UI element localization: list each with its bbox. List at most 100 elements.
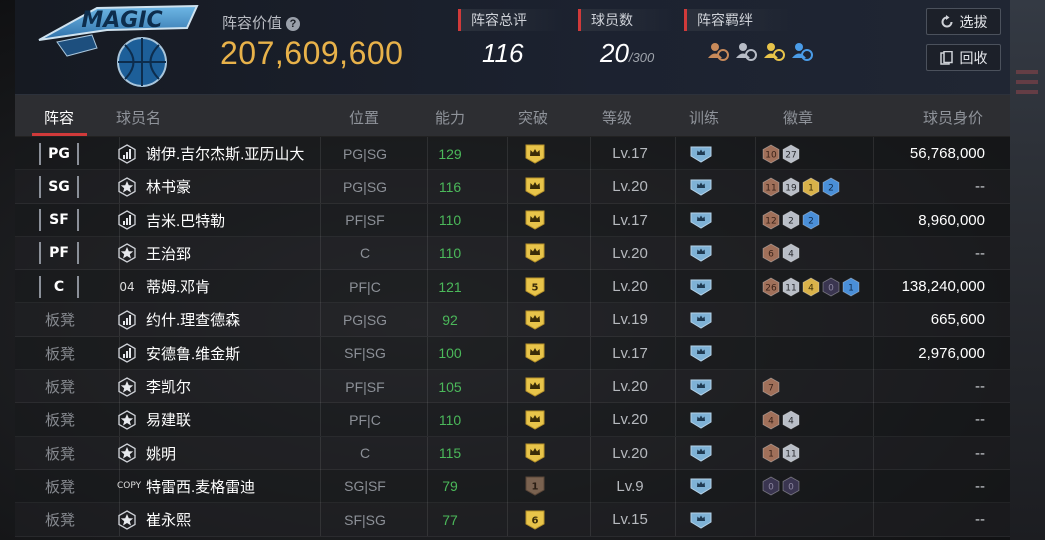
training-cell[interactable] — [671, 270, 731, 303]
table-row[interactable]: C 04 蒂姆.邓肯 PF|C 121 5 Lv.20 26 11 4 0 1 138,240,000 — [15, 270, 1010, 304]
training-cell[interactable] — [671, 303, 731, 336]
col-level[interactable]: 等级 — [602, 107, 632, 128]
col-training[interactable]: 训练 — [689, 107, 719, 128]
player-name-cell[interactable]: 约什.理查德森 — [117, 303, 240, 336]
training-cell[interactable] — [671, 204, 731, 237]
badge-silver-icon: 2 — [782, 210, 800, 230]
badge-gold-icon: 4 — [802, 277, 820, 297]
col-ability[interactable]: 能力 — [435, 107, 465, 128]
recycle-button[interactable]: 回收 — [926, 44, 1001, 71]
training-cell[interactable] — [671, 170, 731, 203]
badges-cell[interactable]: 10 27 — [762, 137, 800, 170]
player-ability: 110 — [438, 411, 462, 428]
badges-cell[interactable]: 7 — [762, 370, 780, 403]
training-cell[interactable] — [671, 403, 731, 436]
breakthrough-cell[interactable] — [505, 170, 565, 203]
recycle-icon — [939, 50, 953, 65]
card-tier-star-icon — [118, 510, 136, 530]
breakthrough-cell[interactable] — [505, 437, 565, 470]
player-ability: 79 — [442, 478, 458, 495]
player-ability: 121 — [438, 278, 462, 295]
column-separator — [755, 336, 756, 370]
badges-cell[interactable]: 64 — [762, 237, 800, 270]
badge-count: 10 — [765, 150, 777, 160]
breakthrough-cell[interactable]: 1 — [505, 470, 565, 503]
breakthrough-cell[interactable] — [505, 403, 565, 436]
breakthrough-cell[interactable]: 6 — [505, 503, 565, 536]
table-row[interactable]: SG 林书豪 PG|SG 116 Lv.20 11 19 1 2 -- — [15, 170, 1010, 204]
draft-button[interactable]: 选拔 — [926, 8, 1001, 35]
player-name-cell[interactable]: 安德鲁.维金斯 — [117, 337, 240, 370]
breakthrough-cell[interactable] — [505, 370, 565, 403]
bond-icon-silver[interactable] — [735, 40, 759, 64]
col-position[interactable]: 位置 — [349, 107, 379, 128]
stat-overall-value: 116 — [482, 38, 524, 68]
badges-cell[interactable]: 11 19 1 2 — [762, 170, 840, 203]
table-row[interactable]: PF 王治郅 C 110 Lv.20 6 4 -- — [15, 236, 1010, 271]
training-cell[interactable] — [671, 470, 731, 503]
training-shield-icon — [690, 379, 712, 396]
col-name[interactable]: 球员名 — [116, 107, 161, 128]
player-salary: -- — [975, 477, 985, 495]
badges-cell[interactable]: 00 — [762, 470, 800, 503]
training-cell[interactable] — [671, 370, 731, 403]
table-row[interactable]: PG 谢伊.吉尔杰斯.亚历山大 PG|SG 129 Lv.17 10 27 56,768,00… — [15, 137, 1010, 171]
table-row[interactable]: 板凳 易建联 PF|C 110 Lv.20 4 4 -- — [15, 403, 1010, 437]
player-name-cell[interactable]: 林书豪 — [117, 170, 191, 203]
table-row[interactable]: 板凳 COPY 特雷西.麦格雷迪 SG|SF 79 1 Lv.9 0 0 -- — [15, 469, 1010, 504]
player-name-cell[interactable]: 易建联 — [117, 403, 191, 436]
breakthrough-cell[interactable] — [505, 337, 565, 370]
training-cell[interactable] — [671, 137, 731, 170]
col-salary[interactable]: 球员身价 — [923, 107, 983, 128]
training-cell[interactable] — [671, 503, 731, 536]
table-row[interactable]: 板凳 安德鲁.维金斯 SF|SG 100 Lv.17 2,976,000 — [15, 336, 1010, 371]
badges-cell[interactable]: 44 — [762, 403, 800, 436]
breakthrough-cell[interactable] — [505, 303, 565, 336]
player-name-cell[interactable]: 姚明 — [117, 437, 176, 470]
player-level: Lv.15 — [612, 511, 648, 529]
breakthrough-cell[interactable] — [505, 237, 565, 270]
badge-count: 6 — [768, 250, 774, 260]
breakthrough-cell[interactable]: 5 — [505, 270, 565, 303]
training-cell[interactable] — [671, 437, 731, 470]
training-cell[interactable] — [671, 237, 731, 270]
bond-icon-bronze[interactable] — [707, 40, 731, 64]
breakthrough-cell[interactable] — [505, 204, 565, 237]
player-name-cell[interactable]: 04 蒂姆.邓肯 — [117, 270, 210, 303]
table-row[interactable]: 板凳 李凯尔 PF|SF 105 Lv.20 7 -- — [15, 370, 1010, 404]
player-name-cell[interactable]: 崔永熙 — [117, 503, 191, 536]
player-level: Lv.20 — [612, 178, 648, 196]
badge-bronze-icon: 11 — [762, 177, 780, 197]
col-breakthrough[interactable]: 突破 — [518, 107, 548, 128]
badges-cell[interactable]: 1 11 — [762, 437, 800, 470]
badges-cell[interactable]: 26 11 4 0 1 — [762, 270, 860, 303]
breakthrough-shield-icon — [525, 310, 545, 330]
player-ability: 110 — [438, 245, 462, 262]
table-row[interactable]: 板凳 约什.理查德森 PG|SG 92 Lv.19 665,600 — [15, 303, 1010, 337]
bond-icon-gold[interactable] — [763, 40, 787, 64]
badge-silver-icon: 19 — [782, 177, 800, 197]
player-salary: 56,768,000 — [909, 145, 985, 162]
column-separator — [755, 503, 756, 537]
bench-label: 板凳 — [45, 379, 76, 397]
starter-position-badge: C — [39, 275, 79, 298]
col-lineup[interactable]: 阵容 — [44, 107, 74, 128]
col-badges[interactable]: 徽章 — [783, 107, 813, 128]
help-icon[interactable]: ? — [286, 17, 301, 32]
badges-cell[interactable]: 12 2 2 — [762, 204, 820, 237]
badge-count: 4 — [788, 250, 794, 260]
player-name-cell[interactable]: COPY 特雷西.麦格雷迪 — [117, 470, 255, 503]
training-cell[interactable] — [671, 337, 731, 370]
badge-silver-icon: 4 — [782, 243, 800, 263]
table-row[interactable]: 板凳 崔永熙 SF|SG 77 6 Lv.15 -- — [15, 503, 1010, 537]
bond-icon-blue[interactable] — [791, 40, 815, 64]
table-row[interactable]: SF 吉米.巴特勒 PF|SF 110 Lv.17 12 2 2 8,960,000 — [15, 203, 1010, 237]
breakthrough-cell[interactable] — [505, 137, 565, 170]
table-row[interactable]: 板凳 姚明 C 115 Lv.20 1 11 -- — [15, 436, 1010, 470]
player-name-cell[interactable]: 王治郅 — [117, 237, 191, 270]
player-name-cell[interactable]: 谢伊.吉尔杰斯.亚历山大 — [117, 137, 304, 170]
player-name-cell[interactable]: 吉米.巴特勒 — [117, 204, 225, 237]
badge-dark-icon: 0 — [782, 477, 800, 496]
player-name-cell[interactable]: 李凯尔 — [117, 370, 191, 403]
bond-icons[interactable] — [707, 40, 815, 64]
